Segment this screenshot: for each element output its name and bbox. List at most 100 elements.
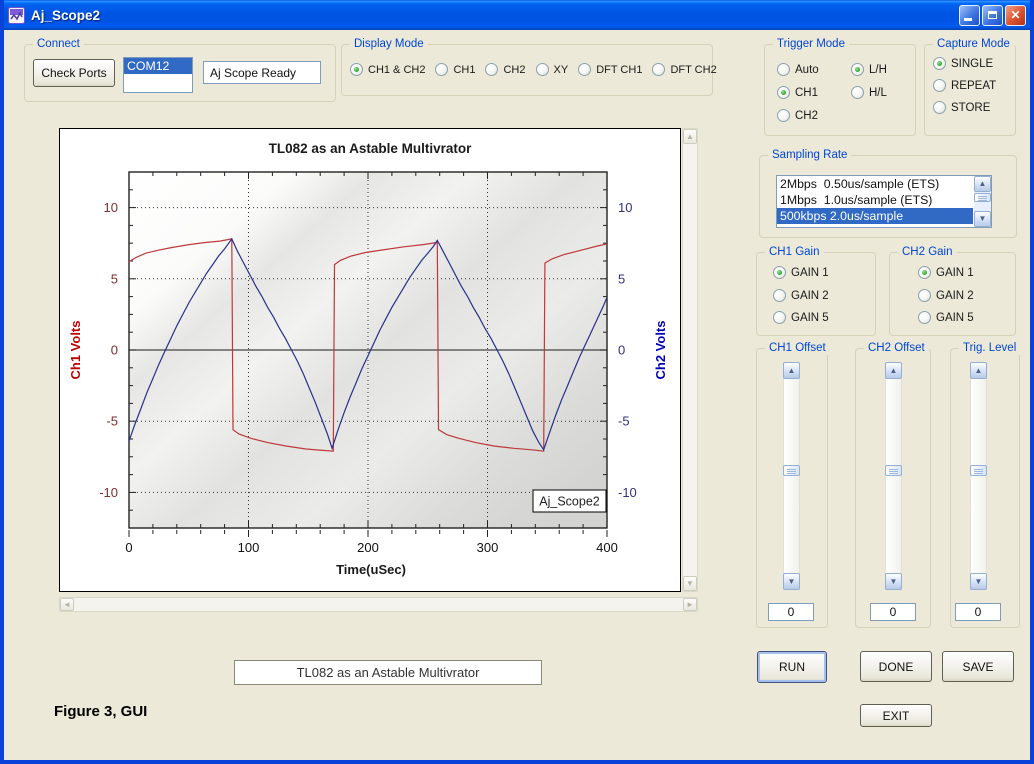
radio-icon	[773, 311, 786, 324]
plot-vertical-scrollbar[interactable]: ▲ ▼	[682, 128, 698, 592]
radio-ch1[interactable]: CH1	[435, 63, 475, 76]
slider-value-field[interactable]: 0	[870, 603, 916, 621]
radio-capture-repeat[interactable]: REPEAT	[933, 79, 996, 92]
radio-icon	[485, 63, 498, 76]
radio-ch2-gain5[interactable]: GAIN 5	[918, 311, 974, 324]
exit-button[interactable]: EXIT	[860, 704, 932, 727]
slider-thumb[interactable]	[783, 465, 800, 476]
chevron-left-icon: ◄	[63, 600, 71, 609]
slider-track[interactable]	[783, 362, 800, 590]
ch2-gain-group: CH2 Gain GAIN 1 GAIN 2 GAIN 5	[889, 252, 1016, 336]
done-button[interactable]: DONE	[860, 651, 932, 682]
title-bar: Aj_Scope2 ✕	[0, 0, 1034, 30]
radio-ch2[interactable]: CH2	[485, 63, 525, 76]
scroll-thumb[interactable]	[974, 193, 991, 202]
radio-icon	[918, 266, 931, 279]
maximize-button[interactable]	[982, 5, 1003, 26]
radio-xy[interactable]: XY	[536, 63, 569, 76]
plot-caption-field[interactable]: TL082 as an Astable Multivrator	[234, 660, 542, 685]
close-icon: ✕	[1010, 9, 1020, 21]
slider-thumb[interactable]	[970, 465, 987, 476]
radio-capture-single[interactable]: SINGLE	[933, 57, 993, 70]
svg-text:-5: -5	[106, 414, 118, 429]
radio-icon	[435, 63, 448, 76]
radio-ch1ch2[interactable]: CH1 & CH2	[350, 63, 425, 76]
scroll-right-button[interactable]: ►	[683, 598, 697, 611]
connect-group: Connect Check Ports COM12 Aj Scope Ready	[24, 44, 336, 102]
slider-down-button[interactable]: ▼	[783, 573, 800, 590]
radio-trigger-ch2[interactable]: CH2	[777, 109, 818, 122]
com-port-list[interactable]: COM12	[123, 57, 193, 93]
radio-icon	[933, 101, 946, 114]
slider-up-button[interactable]: ▲	[783, 362, 800, 379]
slider-value-field[interactable]: 0	[955, 603, 1001, 621]
trig-level-label: Trig. Level	[959, 341, 1020, 355]
radio-dft-ch2[interactable]: DFT CH2	[652, 63, 716, 76]
svg-text:0: 0	[618, 343, 625, 358]
svg-text:-10: -10	[618, 485, 637, 500]
run-button[interactable]: RUN	[757, 651, 827, 683]
svg-text:10: 10	[104, 200, 118, 215]
plot-ylabel-ch1: Ch1 Volts	[68, 310, 84, 390]
radio-icon	[933, 57, 946, 70]
slider-value-field[interactable]: 0	[768, 603, 814, 621]
radio-trigger-lh[interactable]: L/H	[851, 63, 887, 76]
capture-mode-group: Capture Mode SINGLE REPEAT STORE	[924, 44, 1016, 136]
slider-up-button[interactable]: ▲	[885, 362, 902, 379]
minimize-button[interactable]	[959, 5, 980, 26]
slider-up-button[interactable]: ▲	[970, 362, 987, 379]
close-button[interactable]: ✕	[1005, 5, 1026, 26]
slider-track[interactable]	[885, 362, 902, 590]
list-item[interactable]: COM12	[124, 58, 192, 74]
radio-capture-store[interactable]: STORE	[933, 101, 990, 114]
slider-track[interactable]	[970, 362, 987, 590]
radio-icon	[851, 63, 864, 76]
sampling-rate-label: Sampling Rate	[768, 148, 851, 162]
check-ports-button[interactable]: Check Ports	[33, 59, 115, 87]
radio-ch1-gain1[interactable]: GAIN 1	[773, 266, 829, 279]
figure-label: Figure 3, GUI	[54, 703, 147, 720]
svg-text:400: 400	[596, 540, 618, 555]
slider-down-button[interactable]: ▼	[970, 573, 987, 590]
svg-text:0: 0	[125, 540, 132, 555]
radio-trigger-hl[interactable]: H/L	[851, 86, 887, 99]
maximize-icon	[988, 11, 997, 19]
ch1-offset-label: CH1 Offset	[765, 341, 830, 355]
radio-icon	[652, 63, 665, 76]
radio-ch1-gain5[interactable]: GAIN 5	[773, 311, 829, 324]
scroll-up-button[interactable]: ▲	[683, 129, 697, 144]
radio-icon	[918, 289, 931, 302]
status-field[interactable]: Aj Scope Ready	[203, 61, 321, 84]
radio-icon	[851, 86, 864, 99]
slider-down-button[interactable]: ▼	[885, 573, 902, 590]
radio-ch1-gain2[interactable]: GAIN 2	[773, 289, 829, 302]
app-window: Aj_Scope2 ✕ Connect Check Ports COM12 Aj…	[0, 0, 1034, 764]
trigger-mode-group: Trigger Mode Auto CH1 CH2 L/H H/L	[764, 44, 916, 136]
scroll-down-button[interactable]: ▼	[974, 211, 991, 227]
svg-text:10: 10	[618, 200, 632, 215]
display-mode-label: Display Mode	[350, 37, 428, 51]
radio-ch2-gain1[interactable]: GAIN 1	[918, 266, 974, 279]
scroll-down-button[interactable]: ▼	[683, 576, 697, 591]
trigger-mode-label: Trigger Mode	[773, 37, 849, 51]
window-title: Aj_Scope2	[31, 8, 957, 23]
list-item[interactable]: 1Mbps 1.0us/sample (ETS)	[777, 192, 973, 208]
save-button[interactable]: SAVE	[942, 651, 1014, 682]
radio-ch2-gain2[interactable]: GAIN 2	[918, 289, 974, 302]
radio-dft-ch1[interactable]: DFT CH1	[578, 63, 642, 76]
radio-trigger-ch1[interactable]: CH1	[777, 86, 818, 99]
svg-text:5: 5	[111, 271, 118, 286]
svg-text:100: 100	[238, 540, 260, 555]
list-item[interactable]: 500kbps 2.0us/sample	[777, 208, 973, 224]
svg-text:300: 300	[477, 540, 499, 555]
plot-horizontal-scrollbar[interactable]: ◄ ►	[59, 597, 698, 612]
scroll-up-button[interactable]: ▲	[974, 176, 991, 192]
sampling-rate-list[interactable]: 2Mbps 0.50us/sample (ETS) 1Mbps 1.0us/sa…	[776, 175, 992, 228]
list-item[interactable]: 2Mbps 0.50us/sample (ETS)	[777, 176, 973, 192]
slider-thumb[interactable]	[885, 465, 902, 476]
ch2-gain-label: CH2 Gain	[898, 245, 957, 259]
radio-trigger-auto[interactable]: Auto	[777, 63, 819, 76]
scope-plot-panel: 0100200300400-10-10-5-500551010Aj_Scope2	[59, 128, 681, 592]
radio-icon	[933, 79, 946, 92]
scroll-left-button[interactable]: ◄	[60, 598, 74, 611]
